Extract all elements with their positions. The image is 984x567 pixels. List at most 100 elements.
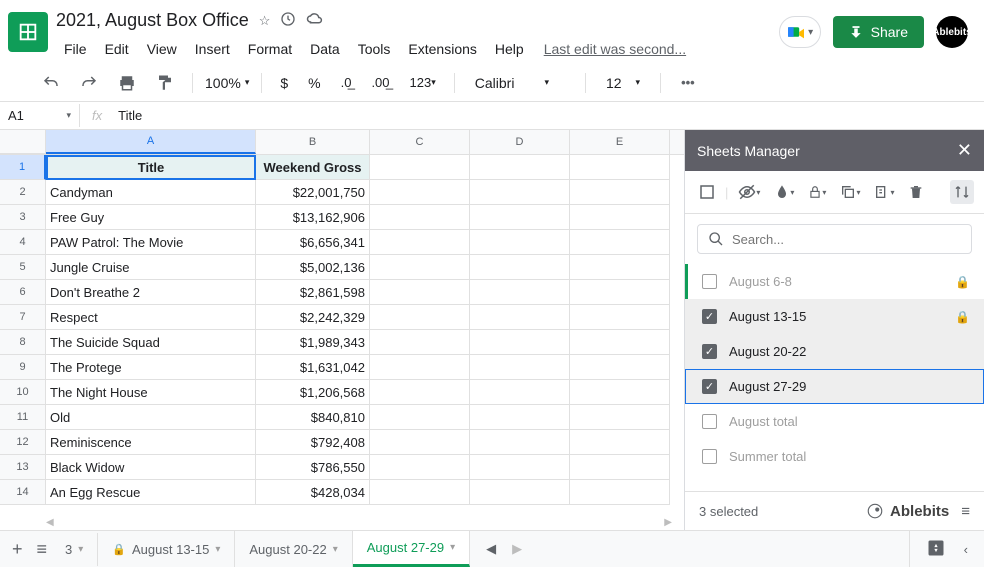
cell[interactable] [370,355,470,380]
col-header-c[interactable]: C [370,130,470,154]
cell[interactable] [570,180,670,205]
move-icon[interactable] [280,11,296,30]
cell[interactable]: $5,002,136 [256,255,370,280]
cell[interactable]: $1,206,568 [256,380,370,405]
side-panel-toggle[interactable]: ‹ [964,542,968,557]
cell[interactable]: Jungle Cruise [46,255,256,280]
cell[interactable]: $6,656,341 [256,230,370,255]
cell[interactable]: $2,861,598 [256,280,370,305]
cell[interactable]: $786,550 [256,455,370,480]
row-header[interactable]: 13 [0,455,46,480]
row-header[interactable]: 5 [0,255,46,280]
percent-button[interactable]: % [302,71,326,95]
sheet-list-item[interactable]: August 6-8🔒 [685,264,984,299]
checkbox[interactable] [702,274,717,289]
cell[interactable]: $792,408 [256,430,370,455]
cell[interactable]: Black Widow [46,455,256,480]
search-box[interactable] [697,224,972,254]
sheet-list-item[interactable]: Summer total [685,439,984,474]
cell[interactable]: Title [46,155,256,180]
visibility-icon[interactable]: ▾ [734,179,764,205]
row-header[interactable]: 11 [0,405,46,430]
sheet-list-item[interactable]: ✓August 27-29 [685,369,984,404]
cell[interactable] [470,330,570,355]
menu-file[interactable]: File [56,37,95,61]
cell[interactable]: Old [46,405,256,430]
cell[interactable]: $2,242,329 [256,305,370,330]
row-header[interactable]: 10 [0,380,46,405]
menu-extensions[interactable]: Extensions [400,37,484,61]
cell[interactable] [370,480,470,505]
select-all-corner[interactable] [0,130,46,154]
scroll-right-icon[interactable]: ▶ [664,517,672,528]
menu-edit[interactable]: Edit [97,37,137,61]
col-header-a[interactable]: A [46,130,256,154]
name-box[interactable]: A1 ▾ [0,104,80,127]
row-header[interactable]: 3 [0,205,46,230]
cell[interactable] [370,430,470,455]
row-header[interactable]: 7 [0,305,46,330]
checkbox[interactable] [702,449,717,464]
delete-icon[interactable] [904,180,928,204]
row-header[interactable]: 12 [0,430,46,455]
decrease-decimal-button[interactable]: .0̲ [335,71,358,94]
cell[interactable] [570,155,670,180]
sheet-tab[interactable]: 🔒August 13-15▾ [98,531,235,567]
col-header-e[interactable]: E [570,130,670,154]
cell[interactable] [370,230,470,255]
cell[interactable] [470,155,570,180]
row-header[interactable]: 14 [0,480,46,505]
currency-button[interactable]: $ [274,71,294,95]
cell[interactable] [570,405,670,430]
formula-input[interactable]: Title [114,104,984,127]
zoom-select[interactable]: 100% ▾ [205,75,249,91]
cell[interactable] [570,255,670,280]
row-header[interactable]: 4 [0,230,46,255]
sheets-logo[interactable] [8,12,48,52]
row-header[interactable]: 1 [0,155,46,180]
cell[interactable]: PAW Patrol: The Movie [46,230,256,255]
cell[interactable]: An Egg Rescue [46,480,256,505]
cell[interactable] [470,380,570,405]
chevron-down-icon[interactable]: ▾ [215,544,220,555]
cell[interactable]: Free Guy [46,205,256,230]
color-icon[interactable]: ▾ [770,180,798,204]
cell[interactable]: $840,810 [256,405,370,430]
cell[interactable]: Respect [46,305,256,330]
cell[interactable] [370,255,470,280]
star-icon[interactable]: ☆ [259,13,271,29]
cell[interactable] [470,355,570,380]
cell[interactable] [470,480,570,505]
select-all-icon[interactable] [695,180,719,204]
font-size-select[interactable]: 12▾ [598,73,648,93]
row-header[interactable]: 2 [0,180,46,205]
cell[interactable]: The Protege [46,355,256,380]
menu-help[interactable]: Help [487,37,532,61]
sidebar-close-button[interactable]: ✕ [957,140,972,161]
cell[interactable] [570,380,670,405]
cell[interactable]: $1,631,042 [256,355,370,380]
cell[interactable] [370,305,470,330]
cell[interactable] [570,430,670,455]
tab-partial[interactable]: 3▾ [59,533,98,566]
sheet-list-item[interactable]: ✓August 20-22 [685,334,984,369]
row-header[interactable]: 8 [0,330,46,355]
scroll-left-icon[interactable]: ◀ [46,517,54,528]
cell[interactable] [370,405,470,430]
cell[interactable] [570,280,670,305]
cell[interactable] [470,430,570,455]
row-header[interactable]: 6 [0,280,46,305]
cell[interactable] [370,155,470,180]
more-formats-button[interactable]: 123 ▾ [404,71,442,94]
checkbox[interactable] [702,414,717,429]
sheet-tab[interactable]: August 20-22▾ [235,531,352,567]
print-button[interactable] [112,70,142,96]
font-select[interactable]: Calibri▾ [467,73,573,93]
cloud-icon[interactable] [306,10,324,31]
undo-button[interactable] [36,70,66,96]
increase-decimal-button[interactable]: .00̲ [365,71,395,94]
cell[interactable] [570,330,670,355]
cell[interactable] [570,230,670,255]
chevron-down-icon[interactable]: ▾ [450,542,455,553]
col-header-b[interactable]: B [256,130,370,154]
